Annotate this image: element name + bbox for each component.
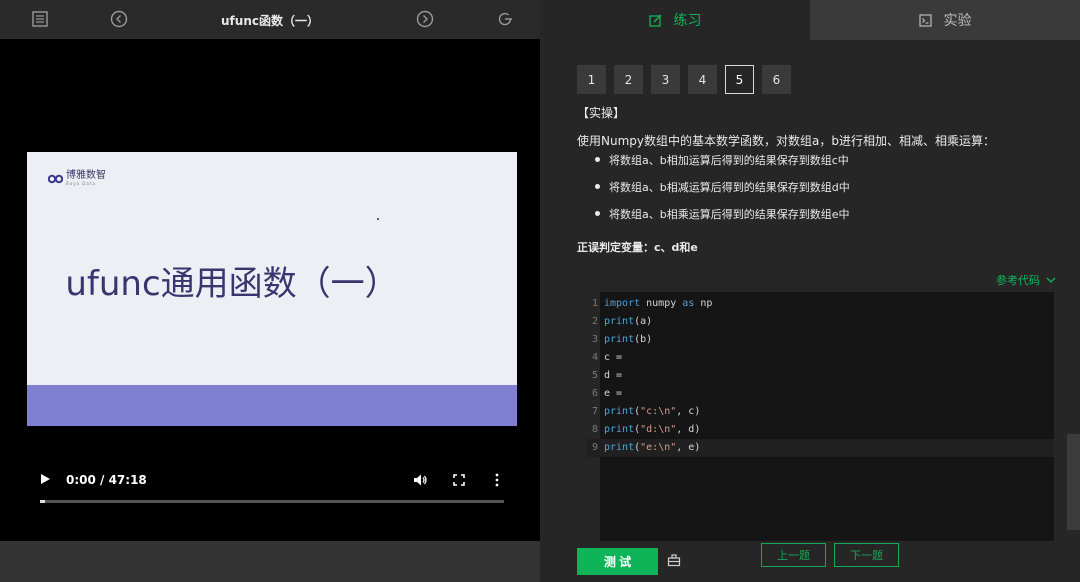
code-text: c = bbox=[604, 352, 623, 363]
judge-variables: 正误判定变量：c、d和e bbox=[577, 241, 698, 254]
play-icon[interactable] bbox=[41, 474, 50, 484]
code-text: print(b) bbox=[604, 334, 653, 345]
question-button-4[interactable]: 4 bbox=[688, 65, 717, 94]
next-video-icon[interactable] bbox=[416, 10, 434, 28]
video-progress-fill bbox=[40, 500, 45, 503]
line-number: 1 bbox=[591, 298, 598, 309]
question-button-1[interactable]: 1 bbox=[577, 65, 606, 94]
task-bullet-text: 将数组a、b相乘运算后得到的结果保存到数组e中 bbox=[609, 208, 850, 221]
exercise-pane: 练习 实验 1 2 3 4 5 6 【实操】 使用Numpy数组中的基本数学函数… bbox=[540, 0, 1080, 582]
reference-code-label: 参考代码 bbox=[996, 274, 1040, 287]
next-question-button[interactable]: 下一题 bbox=[834, 543, 899, 567]
previous-question-button[interactable]: 上一题 bbox=[761, 543, 826, 567]
toolbox-icon[interactable] bbox=[667, 553, 681, 567]
question-button-2[interactable]: 2 bbox=[614, 65, 643, 94]
logo-icon bbox=[48, 174, 63, 184]
line-number: 3 bbox=[591, 334, 598, 345]
code-text: print("c:\n", c) bbox=[604, 406, 701, 417]
line-number: 5 bbox=[591, 370, 598, 381]
terminal-icon bbox=[918, 13, 932, 27]
brand-name: 博雅数智 bbox=[66, 170, 106, 181]
code-line: 7 print("c:\n", c) bbox=[586, 403, 1054, 421]
tab-bar: 练习 实验 bbox=[540, 0, 1080, 40]
slide-title: ufunc通用函数（一） bbox=[65, 264, 399, 304]
test-button[interactable]: 测 试 bbox=[577, 548, 658, 575]
task-bullet: 将数组a、b相乘运算后得到的结果保存到数组e中 bbox=[595, 206, 850, 233]
tab-practice[interactable]: 练习 bbox=[540, 0, 810, 40]
code-line-current: 9 print("e:\n", e) bbox=[586, 439, 1054, 457]
fullscreen-icon[interactable] bbox=[453, 474, 465, 486]
task-description: 使用Numpy数组中的基本数学函数，对数组a，b进行相加、相减、相乘运算： bbox=[577, 134, 995, 148]
more-options-icon[interactable] bbox=[494, 473, 500, 487]
tab-experiment[interactable]: 实验 bbox=[810, 0, 1080, 40]
refresh-icon[interactable] bbox=[496, 10, 514, 28]
line-number: 2 bbox=[591, 316, 598, 327]
code-text: d = bbox=[604, 370, 623, 381]
video-time: 0:00 / 47:18 bbox=[66, 473, 147, 487]
code-editor[interactable]: 1 import numpy as np 2 print(a) 3 print(… bbox=[586, 292, 1054, 542]
brand-logo: 博雅数智 Boya Data bbox=[48, 171, 106, 187]
code-text: print(a) bbox=[604, 316, 653, 327]
question-button-6[interactable]: 6 bbox=[762, 65, 791, 94]
volume-icon[interactable] bbox=[413, 473, 427, 487]
reference-code-toggle[interactable]: 参考代码 bbox=[996, 272, 1056, 288]
question-button-5[interactable]: 5 bbox=[725, 65, 754, 94]
code-line: 2 print(a) bbox=[586, 313, 1054, 331]
chevron-down-icon bbox=[1046, 277, 1056, 283]
code-text: print("d:\n", d) bbox=[604, 424, 701, 435]
video-topbar: ufunc函数（一） bbox=[0, 0, 540, 39]
bullet-dot-icon bbox=[595, 157, 600, 162]
line-number: 8 bbox=[591, 424, 598, 435]
task-section-label: 【实操】 bbox=[577, 106, 626, 120]
tab-practice-label: 练习 bbox=[673, 13, 702, 29]
line-number: 4 bbox=[591, 352, 598, 363]
bullet-dot-icon bbox=[595, 184, 600, 189]
task-bullet-text: 将数组a、b相加运算后得到的结果保存到数组c中 bbox=[609, 154, 849, 167]
code-line: 3 print(b) bbox=[586, 331, 1054, 349]
task-bullet-text: 将数组a、b相减运算后得到的结果保存到数组d中 bbox=[609, 181, 850, 194]
video-title: ufunc函数（一） bbox=[221, 14, 319, 28]
code-text: print("e:\n", e) bbox=[604, 442, 701, 453]
line-number: 9 bbox=[591, 442, 598, 453]
video-progress-bar[interactable] bbox=[40, 500, 504, 503]
code-line: 8 print("d:\n", d) bbox=[586, 421, 1054, 439]
page-scrollbar[interactable] bbox=[1067, 434, 1080, 530]
task-bullet: 将数组a、b相减运算后得到的结果保存到数组d中 bbox=[595, 179, 850, 206]
line-number: 6 bbox=[591, 388, 598, 399]
task-bullets: 将数组a、b相加运算后得到的结果保存到数组c中 将数组a、b相减运算后得到的结果… bbox=[595, 152, 850, 233]
code-line: 5 d = bbox=[586, 367, 1054, 385]
code-line: 1 import numpy as np bbox=[586, 295, 1054, 313]
video-footer bbox=[0, 541, 540, 582]
task-bullet: 将数组a、b相加运算后得到的结果保存到数组c中 bbox=[595, 152, 850, 179]
brand-subname: Boya Data bbox=[66, 181, 96, 186]
question-selector: 1 2 3 4 5 6 bbox=[577, 65, 799, 94]
bullet-dot-icon bbox=[595, 211, 600, 216]
code-text: e = bbox=[604, 388, 623, 399]
tab-experiment-label: 实验 bbox=[943, 13, 972, 29]
video-pane: ufunc函数（一） 博雅数智 Boya Data ufunc通用函数（一） 0… bbox=[0, 0, 540, 582]
video-controls: 0:00 / 47:18 bbox=[0, 470, 540, 510]
line-number: 7 bbox=[591, 406, 598, 417]
slide-dot bbox=[377, 218, 379, 220]
code-line: 6 e = bbox=[586, 385, 1054, 403]
video-slide[interactable]: 博雅数智 Boya Data ufunc通用函数（一） bbox=[27, 152, 517, 426]
edit-icon bbox=[648, 14, 661, 27]
code-line: 4 c = bbox=[586, 349, 1054, 367]
code-text: import numpy as np bbox=[604, 298, 713, 309]
question-button-3[interactable]: 3 bbox=[651, 65, 680, 94]
slide-band bbox=[27, 385, 517, 426]
